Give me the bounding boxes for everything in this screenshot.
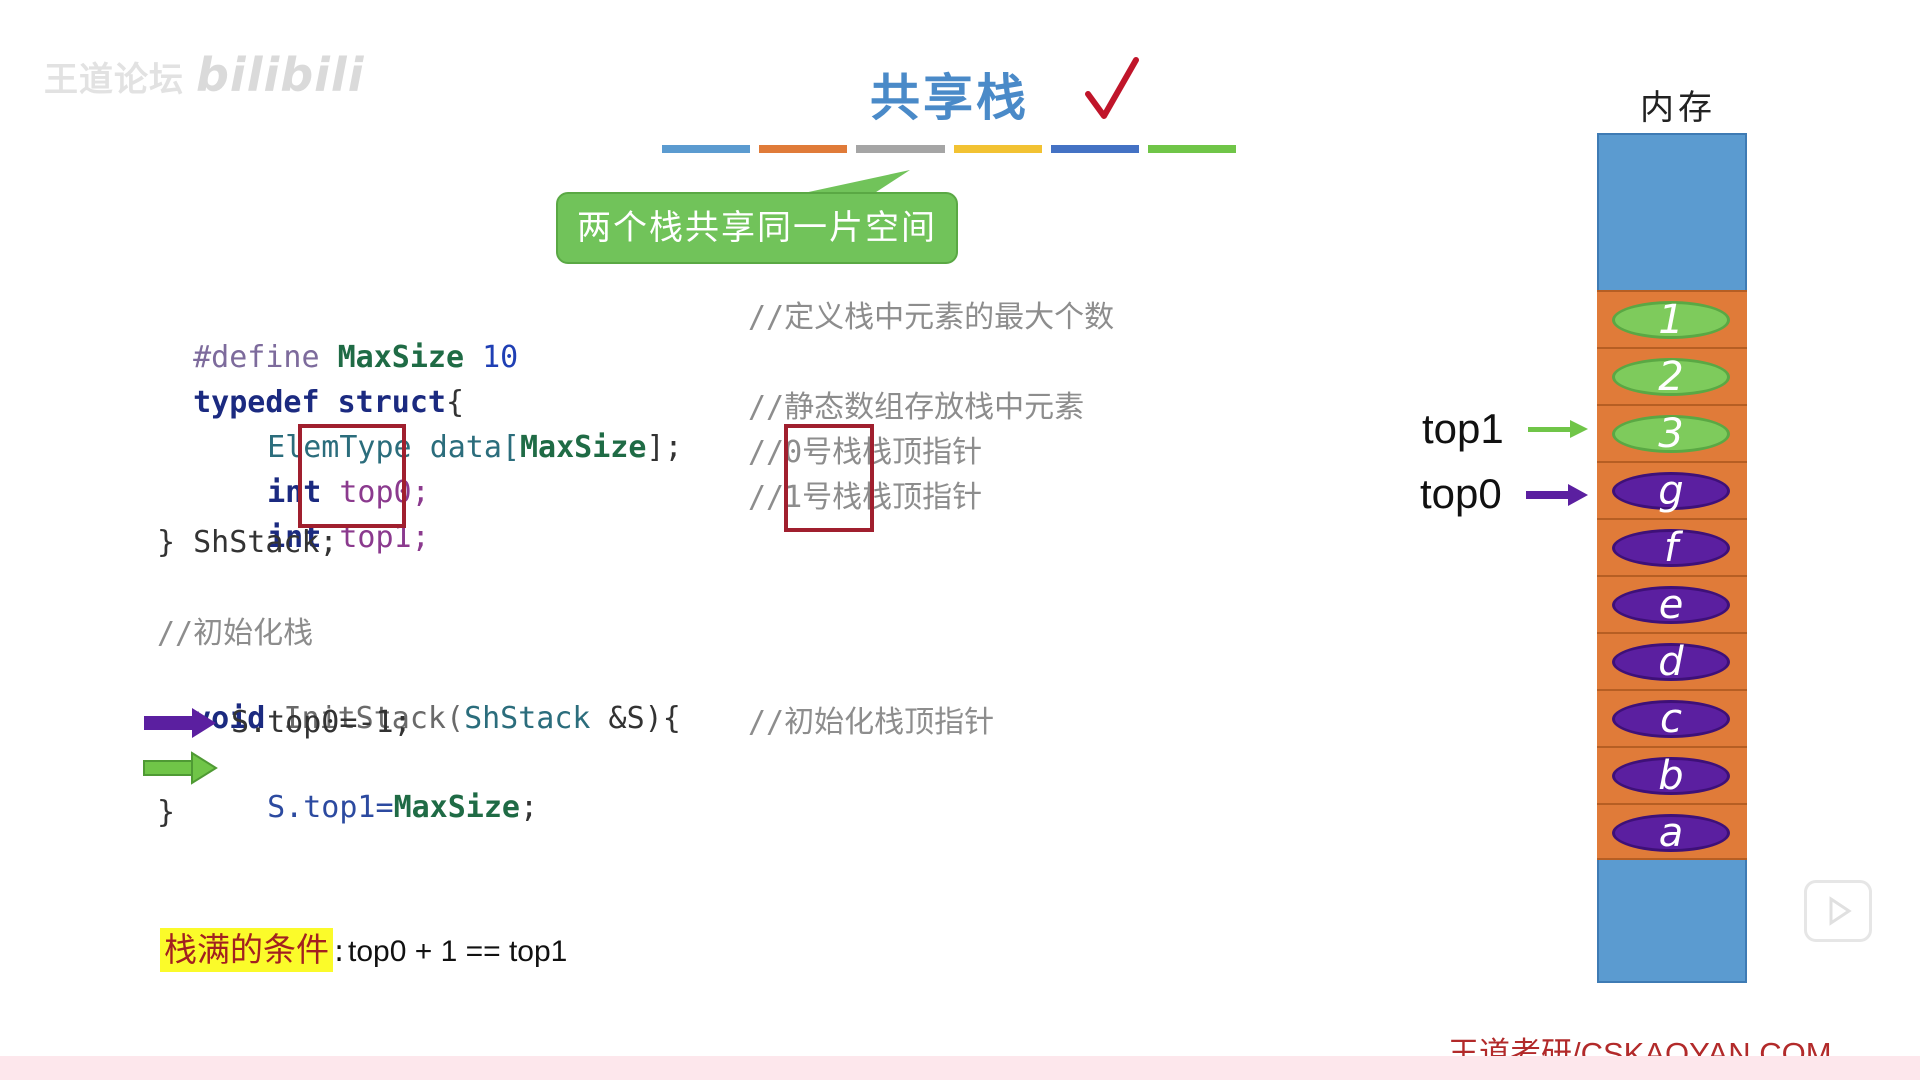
title-color-bars [662,145,1237,153]
stack-element: 3 [1612,411,1730,457]
code-param-type: ShStack [464,701,591,736]
callout-bubble: 两个栈共享同一片空间 [556,192,958,264]
comment-data-array: //静态数组存放栈中元素 [748,390,1085,425]
memory-cell: e [1597,575,1747,632]
slide-title: 共享栈 [870,69,1029,127]
stack-element: b [1612,753,1730,799]
watermark: 王道论坛 bilibili [44,48,364,102]
stack-element: c [1612,696,1730,742]
highlight-top-vars [298,424,406,528]
code-data-size: MaxSize [520,430,647,465]
memory-title: 内存 [1640,88,1716,128]
code-line-shstack: } ShStack; [157,525,338,560]
code-top1-assign: S.top1= [267,790,394,825]
code-line-init-comment: //初始化栈 [157,616,314,651]
bilibili-logo: bilibili [196,48,365,102]
memory-cell: f [1597,518,1747,575]
stack-element: 1 [1612,297,1730,343]
color-bar-4 [953,145,1042,153]
stack-full-colon: : [334,934,345,969]
code-line-set-top1: S.top1=MaxSize; [231,748,538,828]
checkmark-icon [1085,57,1139,119]
memory-cell: 3 [1597,404,1747,461]
code-top1-value: MaxSize [393,790,520,825]
watermark-text: 王道论坛 [44,60,184,100]
stack-element: g [1612,468,1730,514]
top0-pointer-label: top0 [1420,470,1502,517]
top1-code-arrow-icon [143,751,218,785]
stack-element: d [1612,639,1730,685]
stack-element: 2 [1612,354,1730,400]
top0-pointer-arrow-icon [1526,484,1588,506]
stack-element: a [1612,810,1730,856]
color-bar-2 [759,145,848,153]
code-line-close-brace: } [157,795,176,830]
top0-code-arrow-icon [144,708,216,738]
color-bar-3 [856,145,945,153]
code-data-end: ]; [646,430,683,465]
color-bar-6 [1147,145,1237,153]
play-button[interactable] [1804,880,1872,942]
top1-pointer-arrow-icon [1528,420,1588,438]
comment-init-top: //初始化栈顶指针 [748,705,995,740]
bottom-strip [0,1056,1920,1080]
memory-cell: g [1597,461,1747,518]
code-data-decl: data[ [429,430,520,465]
code-top1-end: ; [520,790,539,825]
memory-cell: b [1597,746,1747,803]
memory-cell: 2 [1597,347,1747,404]
color-bar-5 [1050,145,1139,153]
top1-pointer-label: top1 [1422,405,1504,452]
stack-element: e [1612,582,1730,628]
color-bar-1 [662,145,751,153]
memory-cell: 1 [1597,290,1747,347]
highlight-stack-number [784,424,874,532]
memory-cell: d [1597,632,1747,689]
code-maxsize-value: 10 [482,340,519,375]
memory-cell: c [1597,689,1747,746]
stack-element: f [1612,525,1730,571]
stack-full-label: 栈满的条件 [160,928,333,972]
code-line-set-top0: S.top0=-1; [231,705,412,740]
code-param-rest: &S){ [590,701,681,736]
memory-cell: a [1597,803,1747,860]
play-icon [1829,896,1852,926]
stack-full-expression: top0 + 1 == top1 [348,935,568,968]
comment-maxsize: //定义栈中元素的最大个数 [748,300,1115,335]
